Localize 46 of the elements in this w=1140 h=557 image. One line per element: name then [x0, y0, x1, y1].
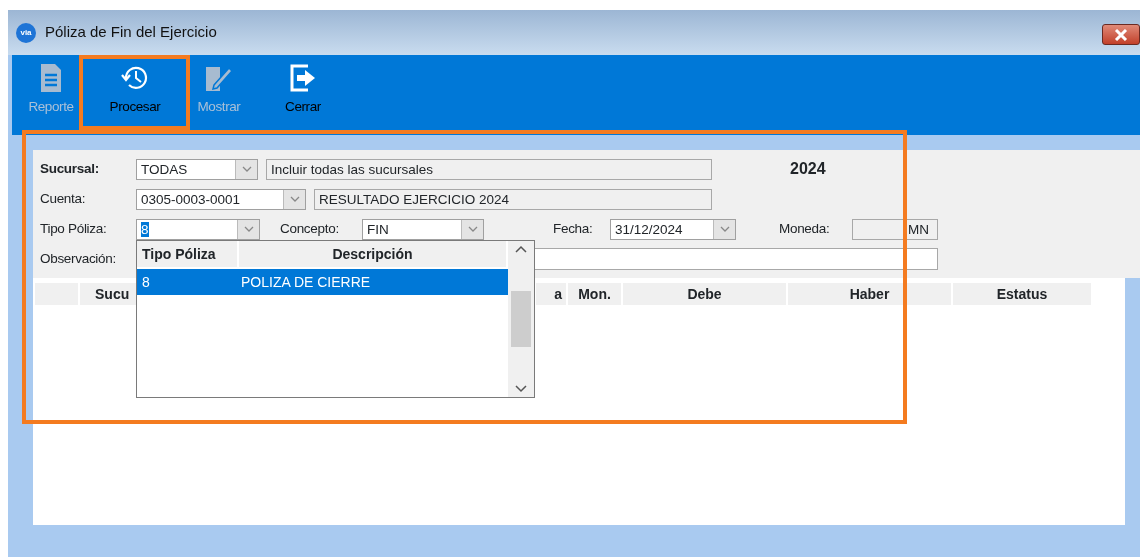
- scroll-down-icon: [515, 385, 527, 393]
- combo-box[interactable]: TODAS: [136, 158, 258, 180]
- read-only-field: MN: [852, 218, 938, 240]
- field-label: Tipo Póliza:: [40, 219, 108, 238]
- caret-icon: [241, 166, 252, 172]
- scroll-up-icon: [515, 245, 527, 253]
- read-only-field: Incluir todas las sucursales: [266, 158, 712, 180]
- column-header: Sucu: [80, 283, 136, 305]
- caret-icon: [719, 226, 730, 232]
- dropdown-button[interactable]: [461, 219, 483, 239]
- toolbar-button[interactable]: Procesar: [96, 55, 174, 135]
- window-title: Póliza de Fin del Ejercicio: [45, 22, 217, 43]
- scroll-thumb[interactable]: [511, 291, 531, 347]
- column-header: a: [536, 283, 566, 305]
- combo-box[interactable]: 0305-0003-0001: [136, 188, 306, 210]
- column-header: Mon.: [568, 283, 621, 305]
- column-header: Tipo Póliza: [137, 241, 237, 267]
- dropdown-button[interactable]: [713, 219, 735, 239]
- dropdown-button[interactable]: [235, 159, 257, 179]
- caret-icon: [289, 196, 300, 202]
- list-row[interactable]: 8 POLIZA DE CIERRE: [137, 269, 508, 295]
- combo-box[interactable]: FIN: [362, 218, 484, 240]
- field-label: Sucursal:: [40, 159, 100, 178]
- field-label: Moneda:: [779, 219, 831, 238]
- document-icon: [39, 63, 63, 93]
- scrollbar[interactable]: [508, 241, 534, 397]
- dropdown-button[interactable]: [237, 219, 259, 239]
- toolbar-button[interactable]: Cerrar: [264, 55, 342, 135]
- field-label: Observación:: [40, 249, 117, 268]
- combo-box[interactable]: 8: [136, 218, 260, 240]
- field-label: Fecha:: [553, 219, 594, 238]
- column-header: Haber: [788, 283, 951, 305]
- caret-icon: [467, 226, 478, 232]
- app-logo: via: [16, 22, 36, 43]
- year-label: 2024: [790, 159, 826, 179]
- field-label: Cuenta:: [40, 189, 87, 208]
- dropdown-button[interactable]: [283, 189, 305, 209]
- combo-box[interactable]: 31/12/2024: [610, 218, 736, 240]
- caret-icon: [243, 226, 254, 232]
- field-label: Concepto:: [280, 219, 340, 238]
- column-header: Debe: [623, 283, 786, 305]
- close-icon: [1114, 28, 1128, 41]
- read-only-field: RESULTADO EJERCICIO 2024: [314, 188, 712, 210]
- column-header: Estatus: [953, 283, 1091, 305]
- column-header: Descripción: [239, 241, 506, 267]
- close-button[interactable]: [1102, 24, 1140, 45]
